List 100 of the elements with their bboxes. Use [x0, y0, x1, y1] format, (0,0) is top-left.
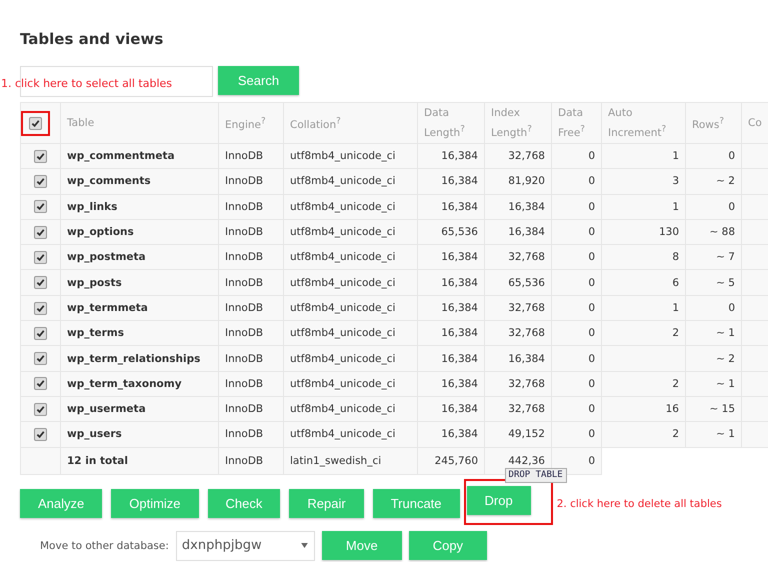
index-length-cell: 49,152: [508, 428, 545, 440]
data-length-cell: 16,384: [441, 403, 478, 416]
column-header[interactable]: Co: [742, 102, 768, 144]
move-copy-button[interactable]: Copy: [408, 531, 488, 560]
row-checkbox[interactable]: [34, 402, 47, 416]
row-checkbox[interactable]: [34, 276, 47, 290]
tooltip: DROP TABLE: [504, 468, 567, 483]
database-select[interactable]: dxnphpjbgw: [176, 530, 315, 561]
table-name-cell[interactable]: wp_usermeta: [60, 396, 218, 422]
column-header[interactable]: Auto Increment$^{?}$: [602, 102, 686, 144]
page-title: Tables and views: [20, 30, 164, 48]
rows-cell: ~ 1: [716, 327, 735, 340]
row-checkbox[interactable]: [34, 175, 47, 188]
engine-cell: InnoDB: [225, 251, 264, 264]
table-name-cell[interactable]: wp_links: [60, 194, 218, 220]
action-button[interactable]: Drop: [466, 486, 531, 515]
data-length-cell: 16,384: [441, 175, 478, 188]
row-checkbox[interactable]: [34, 302, 47, 315]
index-length-cell: 16,384: [508, 352, 545, 365]
table-name-cell[interactable]: wp_users: [60, 422, 218, 448]
index-length-cell: 65,536: [508, 276, 545, 289]
action-button[interactable]: Truncate: [372, 489, 460, 518]
table-name-cell[interactable]: wp_posts: [60, 270, 218, 296]
engine-cell: InnoDB: [225, 352, 264, 365]
rows-cell: ~ 15: [710, 403, 735, 416]
engine-cell: InnoDB: [225, 150, 264, 162]
collation-cell: latin1_swedish_ci: [290, 454, 382, 467]
data-length-cell: 16,384: [441, 302, 478, 314]
caret-icon: [300, 543, 308, 548]
collation-cell: utf8mb4_unicode_ci: [290, 150, 396, 162]
auto-increment-cell: 130: [658, 226, 679, 238]
action-button[interactable]: Analyze: [20, 489, 102, 518]
column-header[interactable]: Data Free$^{?}$: [552, 102, 602, 144]
annotation-text: 2. click here to delete all tables: [556, 498, 722, 510]
collation-cell: utf8mb4_unicode_ci: [290, 200, 396, 213]
table-name-cell[interactable]: wp_commentmeta: [60, 144, 218, 169]
auto-increment-cell: 2: [672, 378, 679, 390]
collation-cell: utf8mb4_unicode_ci: [290, 175, 396, 188]
table-name-cell[interactable]: wp_terms: [60, 320, 218, 346]
data-length-cell: 16,384: [441, 251, 478, 264]
column-header[interactable]: Rows$^{?}$: [686, 102, 742, 144]
data-free-cell: 0: [588, 251, 595, 264]
rows-cell: 0: [728, 150, 735, 162]
row-checkbox[interactable]: [34, 428, 47, 442]
table-name-cell[interactable]: wp_postmeta: [60, 244, 218, 270]
move-copy-button[interactable]: Move: [322, 531, 402, 560]
data-free-cell: 0: [588, 352, 595, 365]
data-length-cell: 245,760: [434, 454, 478, 467]
data-free-cell: 0: [588, 200, 595, 213]
engine-cell: InnoDB: [225, 302, 264, 314]
collation-cell: utf8mb4_unicode_ci: [290, 428, 396, 440]
action-button[interactable]: Check: [208, 489, 280, 518]
row-checkbox[interactable]: [34, 150, 47, 163]
data-free-cell: 0: [588, 175, 595, 188]
index-length-cell: 81,920: [508, 175, 545, 188]
row-checkbox[interactable]: [34, 377, 47, 390]
index-length-cell: 16,384: [508, 200, 545, 213]
collation-cell: utf8mb4_unicode_ci: [290, 276, 396, 289]
index-length-cell: 442,36: [508, 454, 545, 467]
column-header[interactable]: Collation$^{?}$: [284, 102, 418, 144]
total-cell: 12 in total: [60, 447, 218, 474]
data-length-cell: 16,384: [441, 378, 478, 390]
row-checkbox[interactable]: [34, 250, 47, 264]
auto-increment-cell: 2: [672, 327, 679, 340]
collation-cell: utf8mb4_unicode_ci: [290, 226, 396, 238]
data-free-cell: 0: [588, 276, 595, 289]
auto-increment-cell: 1: [672, 200, 679, 213]
table-name-cell[interactable]: wp_options: [60, 219, 218, 245]
engine-cell: InnoDB: [225, 454, 264, 467]
collation-cell: utf8mb4_unicode_ci: [290, 378, 396, 390]
table-name-cell[interactable]: wp_comments: [60, 168, 218, 194]
rows-cell: ~ 88: [710, 226, 735, 238]
table-name-cell[interactable]: wp_termmeta: [60, 295, 218, 321]
auto-increment-cell: 1: [672, 302, 679, 314]
row-checkbox[interactable]: [34, 200, 47, 214]
search-button[interactable]: Search: [218, 66, 299, 95]
row-checkbox[interactable]: [34, 352, 47, 366]
row-checkbox[interactable]: [34, 326, 47, 340]
data-free-cell: 0: [588, 226, 595, 238]
select-all-checkbox[interactable]: [29, 116, 42, 130]
data-length-cell: 16,384: [441, 150, 478, 162]
column-header[interactable]: Engine$^{?}$: [218, 102, 284, 144]
rows-cell: ~ 7: [716, 251, 735, 264]
collation-cell: utf8mb4_unicode_ci: [290, 352, 396, 365]
auto-increment-cell: 3: [672, 175, 679, 188]
action-button[interactable]: Repair: [289, 489, 364, 518]
column-header[interactable]: Table: [60, 102, 218, 144]
table-name-cell[interactable]: wp_term_taxonomy: [60, 371, 218, 396]
engine-cell: InnoDB: [225, 200, 264, 213]
action-button[interactable]: Optimize: [111, 489, 199, 518]
data-free-cell: 0: [588, 454, 595, 467]
row-checkbox[interactable]: [34, 226, 47, 239]
engine-cell: InnoDB: [225, 403, 264, 416]
data-free-cell: 0: [588, 428, 595, 440]
table-name-cell[interactable]: wp_term_relationships: [60, 346, 218, 372]
collation-cell: utf8mb4_unicode_ci: [290, 302, 396, 314]
column-header[interactable]: Index Length$^{?}$: [484, 102, 552, 144]
column-header[interactable]: Data Length$^{?}$: [418, 102, 484, 144]
engine-cell: InnoDB: [225, 327, 264, 340]
index-length-cell: 32,768: [508, 251, 545, 264]
